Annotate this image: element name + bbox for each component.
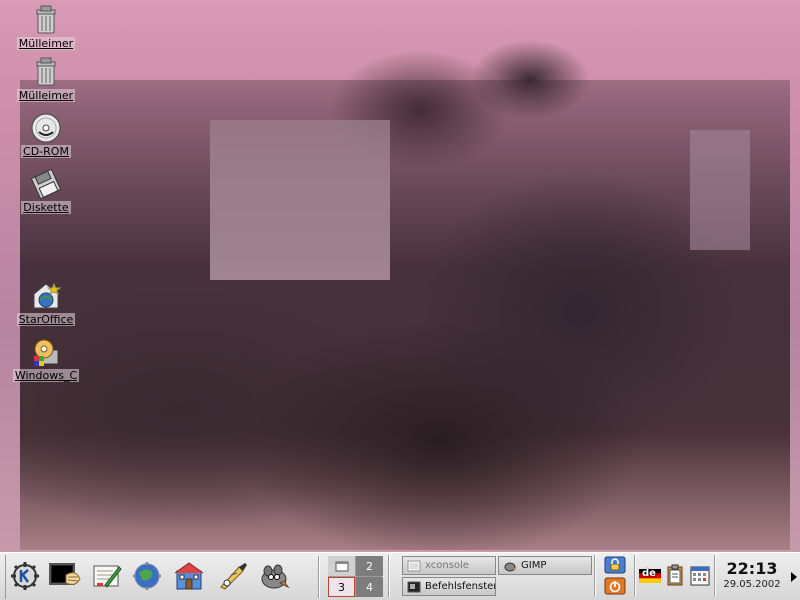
drive-icon bbox=[30, 336, 62, 368]
klipper-button[interactable] bbox=[664, 562, 686, 590]
task-label: GIMP bbox=[521, 560, 547, 571]
home-launcher-button[interactable] bbox=[170, 557, 208, 597]
gimp-icon bbox=[504, 562, 516, 571]
floppy-icon bbox=[30, 168, 62, 200]
desktop-icon-label: Windows_C bbox=[12, 369, 80, 382]
task-xconsole[interactable]: xconsole bbox=[402, 556, 496, 575]
panel-separator bbox=[388, 555, 390, 597]
gimp-launcher-button[interactable] bbox=[254, 557, 292, 597]
desktop-wallpaper bbox=[0, 0, 800, 552]
logout-icon bbox=[604, 577, 626, 598]
panel-hide-button[interactable] bbox=[788, 556, 800, 597]
panel-clock[interactable]: 22:13 29.05.2002 bbox=[718, 556, 786, 597]
pager-desktop-4[interactable]: 4 bbox=[356, 577, 383, 597]
home-folder-icon bbox=[173, 561, 205, 594]
task-label: xconsole bbox=[425, 560, 469, 571]
gimp-icon bbox=[256, 561, 290, 594]
desktop-icon-trash[interactable]: Mülleimer bbox=[11, 4, 81, 50]
desktop-icon-label: CD-ROM bbox=[21, 145, 71, 158]
trash-icon bbox=[30, 56, 62, 88]
pager-desktop-1[interactable] bbox=[328, 556, 355, 576]
panel-separator bbox=[714, 555, 716, 597]
taskbar: xconsole GIMP Befehlsfenster bbox=[402, 556, 592, 597]
keyboard-layout-label: de bbox=[642, 568, 656, 579]
control-center-button[interactable] bbox=[128, 557, 166, 597]
desktop-icon-label: Diskette bbox=[21, 201, 71, 214]
panel-separator bbox=[318, 556, 320, 598]
cdrom-icon bbox=[30, 112, 62, 144]
browser-launcher-button[interactable] bbox=[214, 557, 252, 597]
desktop-icon-label: Mülleimer bbox=[16, 37, 76, 50]
wallpaper-window-opening bbox=[210, 120, 390, 280]
arrow-right-icon bbox=[791, 571, 797, 582]
desktop-pager: 2 3 4 bbox=[328, 556, 383, 597]
kde-menu-button[interactable] bbox=[6, 557, 44, 597]
wallpaper-window-opening-right bbox=[690, 130, 750, 250]
terminal-window-icon bbox=[407, 581, 421, 592]
panel-separator bbox=[594, 555, 596, 597]
desktop-icon-cdrom[interactable]: CD-ROM bbox=[11, 112, 81, 158]
pager-desktop-3[interactable]: 3 bbox=[328, 577, 355, 597]
lock-screen-button[interactable] bbox=[600, 556, 630, 576]
desktop-icon-trash-2[interactable]: Mülleimer bbox=[11, 56, 81, 102]
editor-launcher-button[interactable] bbox=[88, 557, 126, 597]
desktop-icon-label: StarOffice bbox=[16, 313, 76, 326]
desktop-icon-label: Mülleimer bbox=[16, 89, 76, 102]
staroffice-icon bbox=[30, 280, 62, 312]
clipboard-icon bbox=[666, 564, 684, 589]
task-label: Befehlsfenster bbox=[425, 581, 496, 592]
task-befehlsfenster[interactable]: Befehlsfenster bbox=[402, 577, 496, 596]
desktop-icon-staroffice[interactable]: StarOffice bbox=[11, 280, 81, 326]
task-gimp[interactable]: GIMP bbox=[498, 556, 592, 575]
wallpaper-ruin-image bbox=[20, 80, 790, 550]
terminal-shell-icon bbox=[48, 561, 82, 594]
calendar-button[interactable] bbox=[688, 562, 712, 590]
logout-button[interactable] bbox=[600, 577, 630, 597]
konqueror-browser-icon bbox=[217, 561, 249, 594]
clock-time: 22:13 bbox=[726, 559, 778, 578]
kde-menu-icon bbox=[10, 561, 40, 594]
console-window-icon bbox=[407, 560, 421, 571]
pager-desktop-2[interactable]: 2 bbox=[356, 556, 383, 576]
text-editor-icon bbox=[91, 561, 123, 594]
calendar-icon bbox=[690, 564, 710, 589]
keyboard-layout-indicator[interactable]: de bbox=[638, 562, 662, 590]
window-thumbnail-icon bbox=[335, 561, 348, 572]
panel-separator bbox=[634, 555, 636, 597]
desktop-icon-windows-c[interactable]: Windows_C bbox=[11, 336, 81, 382]
control-center-icon bbox=[131, 561, 163, 594]
terminal-launcher-button[interactable] bbox=[46, 557, 84, 597]
desktop-icon-floppy[interactable]: Diskette bbox=[11, 168, 81, 214]
clock-date: 29.05.2002 bbox=[723, 579, 781, 590]
lock-screen-icon bbox=[604, 556, 626, 577]
trash-icon bbox=[30, 4, 62, 36]
